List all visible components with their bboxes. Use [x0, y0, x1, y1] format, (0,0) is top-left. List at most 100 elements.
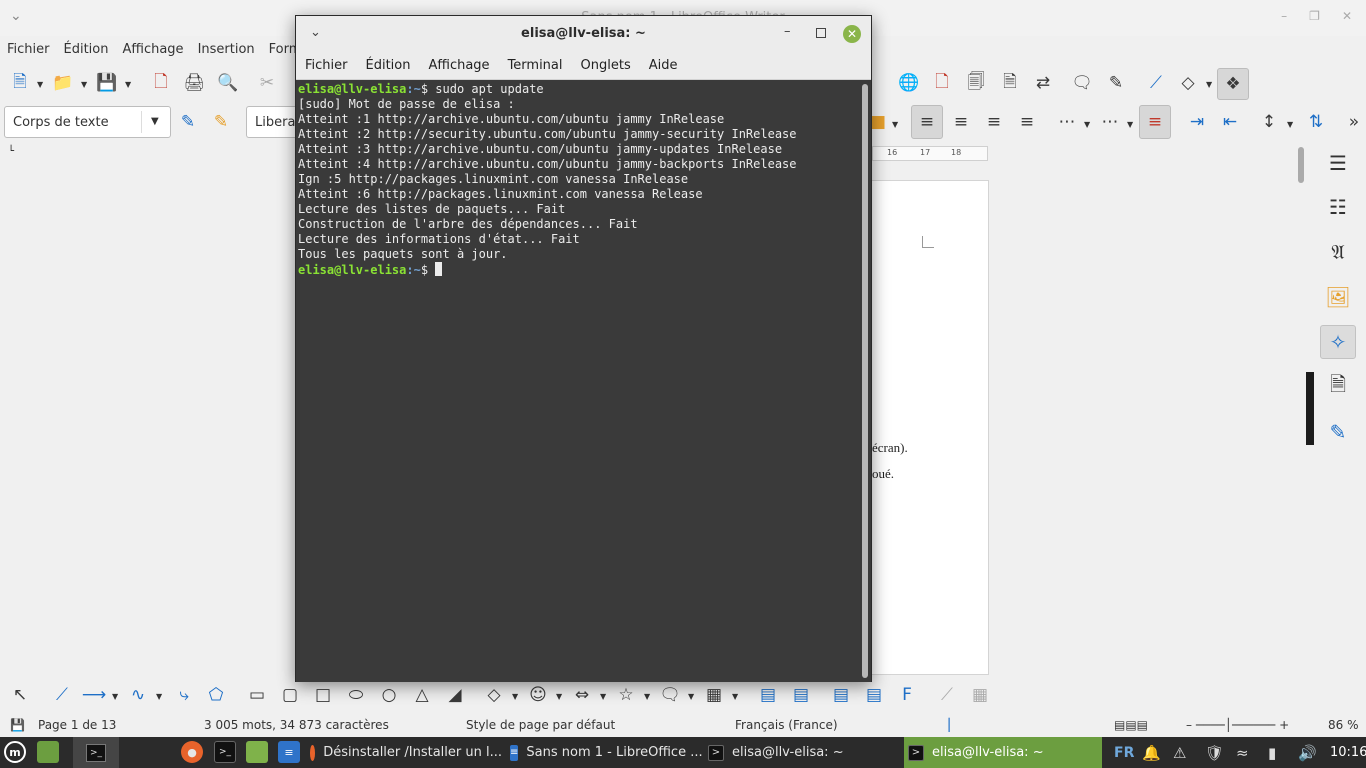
- curve-icon[interactable]: ∿: [126, 683, 150, 707]
- menu-onglets[interactable]: Onglets: [575, 52, 637, 79]
- menu-edition[interactable]: Édition: [360, 52, 417, 79]
- chevron-down-icon[interactable]: ▼: [156, 692, 162, 701]
- connector-icon[interactable]: ⤷: [172, 683, 196, 707]
- mint-menu-icon[interactable]: m: [4, 741, 26, 763]
- edit-icon[interactable]: ✎: [1104, 71, 1128, 95]
- taskbar-window-firefox[interactable]: Désinstaller /Installer un l...: [306, 737, 502, 768]
- rounded-rectangle-icon[interactable]: ▢: [278, 683, 302, 707]
- track-changes-icon[interactable]: ⇄: [1031, 71, 1055, 95]
- print-preview-icon[interactable]: 🔍: [216, 71, 240, 95]
- minimize-icon[interactable]: –: [1281, 9, 1287, 23]
- current-prompt-line[interactable]: elisa@llv-elisa:~$: [298, 262, 857, 277]
- style-inspector-icon[interactable]: ✎: [1320, 415, 1356, 449]
- new-style-icon[interactable]: ✎: [209, 110, 233, 134]
- chevron-down-icon[interactable]: ▼: [1287, 120, 1293, 129]
- insert-textbox-icon[interactable]: ▤: [756, 683, 780, 707]
- update-manager-icon[interactable]: ⚠: [1173, 737, 1186, 768]
- terminal-icon[interactable]: >_: [214, 741, 236, 763]
- fontwork-icon[interactable]: F: [895, 683, 919, 707]
- menu-affichage[interactable]: Affichage: [115, 38, 190, 62]
- horizontal-ruler[interactable]: 16 17 18: [872, 146, 988, 161]
- clock[interactable]: 10:16: [1330, 737, 1366, 768]
- line-spacing-icon[interactable]: ↕: [1257, 110, 1281, 134]
- files-icon[interactable]: [246, 741, 268, 763]
- footnote-icon[interactable]: 🗋: [930, 71, 954, 95]
- paragraph-style-select[interactable]: Corps de texte ▼: [4, 106, 171, 138]
- selection-mode-icon[interactable]: ⎮: [946, 718, 952, 732]
- increase-indent-icon[interactable]: ⇥: [1185, 110, 1209, 134]
- minimize-button[interactable]: –: [784, 24, 791, 39]
- triangle-icon[interactable]: △: [410, 683, 434, 707]
- paragraph-spacing-icon[interactable]: ⇅: [1304, 110, 1328, 134]
- status-page-style[interactable]: Style de page par défaut: [466, 718, 615, 732]
- align-left-icon[interactable]: ≡: [911, 105, 943, 139]
- block-arrows-icon[interactable]: ⇔: [570, 683, 594, 707]
- square-icon[interactable]: □: [311, 683, 335, 707]
- new-document-icon[interactable]: 🗎: [8, 71, 32, 95]
- close-icon[interactable]: ✕: [1342, 9, 1352, 23]
- menu-aide[interactable]: Aide: [643, 52, 684, 79]
- gallery-icon[interactable]: 🖼: [1320, 280, 1356, 314]
- wifi-icon[interactable]: ≈: [1236, 737, 1249, 768]
- numbered-list-icon[interactable]: ⋯: [1098, 110, 1122, 134]
- volume-icon[interactable]: 🔊: [1298, 737, 1317, 768]
- shield-icon[interactable]: 🛡: [1205, 737, 1224, 768]
- flowchart-icon[interactable]: ▦: [702, 683, 726, 707]
- insert-line-icon[interactable]: ⟋: [1144, 71, 1168, 95]
- terminal-window[interactable]: ⌄ elisa@llv-elisa: ~ – ✕ Fichier Édition…: [295, 15, 872, 682]
- styles-icon[interactable]: 𝔄: [1320, 235, 1356, 269]
- print-icon[interactable]: 🖨: [182, 71, 206, 95]
- status-zoom[interactable]: 86 %: [1328, 718, 1359, 732]
- sidebar-collapse-handle[interactable]: [1306, 372, 1314, 445]
- comment-icon[interactable]: 🗨: [1070, 71, 1094, 95]
- decrease-indent-icon[interactable]: ⇤: [1218, 110, 1242, 134]
- callouts-icon[interactable]: 🗨: [658, 683, 682, 707]
- chevron-down-icon[interactable]: ▼: [1127, 120, 1133, 129]
- notifications-bell-icon[interactable]: 🔔: [1142, 737, 1161, 768]
- arrow-line-icon[interactable]: ⟶: [82, 683, 106, 707]
- more-options-icon[interactable]: »: [1345, 110, 1363, 134]
- taskbar-window-writer[interactable]: ≡ Sans nom 1 - LibreOffice ...: [506, 737, 703, 768]
- symbol-shapes-icon[interactable]: ☺: [526, 683, 550, 707]
- taskbar-window-terminal[interactable]: > elisa@llv-elisa: ~: [704, 737, 902, 768]
- chevron-down-icon[interactable]: ▼: [125, 80, 131, 89]
- chevron-down-icon[interactable]: ▼: [732, 692, 738, 701]
- rectangle-icon[interactable]: ▭: [245, 683, 269, 707]
- taskbar-window-terminal-active[interactable]: > elisa@llv-elisa: ~: [904, 737, 1102, 768]
- chevron-down-icon[interactable]: ▼: [892, 120, 898, 129]
- insert-image-icon[interactable]: ▤: [829, 683, 853, 707]
- status-language[interactable]: Français (France): [735, 718, 838, 732]
- writer-icon[interactable]: ≡: [278, 741, 300, 763]
- menu-terminal[interactable]: Terminal: [502, 52, 569, 79]
- export-pdf-icon[interactable]: 🗋: [149, 71, 173, 95]
- circle-icon[interactable]: ○: [377, 683, 401, 707]
- menu-affichage[interactable]: Affichage: [422, 52, 495, 79]
- properties-icon[interactable]: ☷: [1320, 190, 1356, 224]
- keyboard-layout-indicator[interactable]: FR: [1114, 737, 1134, 768]
- chevron-down-icon[interactable]: ▼: [37, 80, 43, 89]
- open-folder-icon[interactable]: 📁: [51, 71, 75, 95]
- chevron-down-icon[interactable]: ▼: [688, 692, 694, 701]
- vertical-text-icon[interactable]: ▤: [862, 683, 886, 707]
- no-list-icon[interactable]: ≡: [1139, 105, 1171, 139]
- document-page[interactable]: [872, 180, 989, 675]
- line-icon[interactable]: ⟋: [50, 683, 74, 707]
- terminal-titlebar[interactable]: ⌄ elisa@llv-elisa: ~ – ✕: [296, 16, 871, 52]
- menu-fichier[interactable]: Fichier: [299, 52, 354, 79]
- chevron-down-icon[interactable]: ▼: [81, 80, 87, 89]
- update-style-icon[interactable]: ✎: [176, 110, 200, 134]
- battery-icon[interactable]: ▮: [1268, 737, 1276, 768]
- bookmark-icon[interactable]: 🗎: [998, 71, 1022, 95]
- scrollbar-thumb[interactable]: [1298, 147, 1304, 183]
- chevron-down-icon[interactable]: ▼: [1206, 80, 1212, 89]
- firefox-icon[interactable]: ●: [181, 741, 203, 763]
- document-vertical-scrollbar[interactable]: [1296, 145, 1306, 675]
- insert-chart-icon[interactable]: ▤: [789, 683, 813, 707]
- menu-insertion[interactable]: Insertion: [191, 38, 262, 62]
- zoom-slider[interactable]: – ────│────── +: [1186, 718, 1289, 732]
- maximize-button[interactable]: [816, 28, 826, 38]
- cross-reference-icon[interactable]: 🗐: [964, 71, 988, 95]
- scrollbar-thumb[interactable]: [862, 84, 868, 678]
- chevron-down-icon[interactable]: ▼: [112, 692, 118, 701]
- align-center-icon[interactable]: ≡: [949, 110, 973, 134]
